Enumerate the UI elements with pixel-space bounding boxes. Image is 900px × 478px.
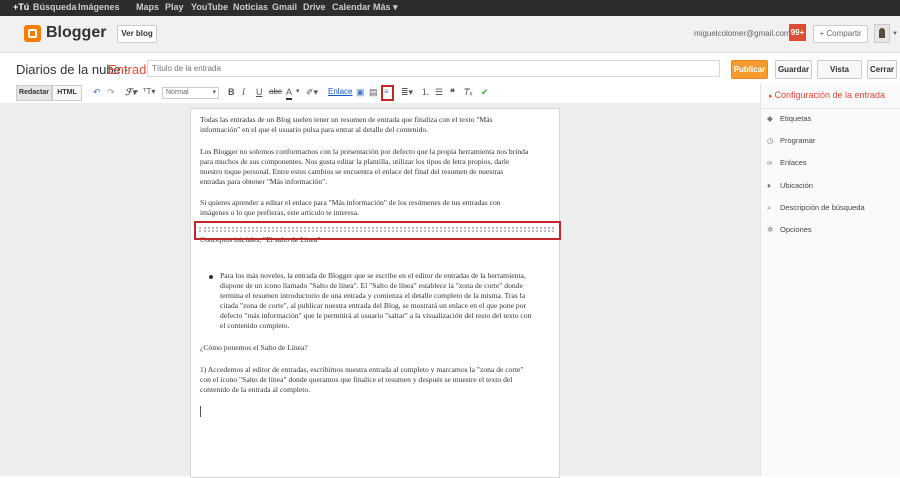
- font-size-icon[interactable]: ᵀT▾: [143, 86, 155, 98]
- highlight-color-icon[interactable]: ✐▾: [306, 86, 318, 98]
- link-icon: ∞: [767, 158, 773, 167]
- gbar-item-youtube[interactable]: YouTube: [191, 2, 228, 12]
- gbar-item-tu[interactable]: +Tú: [13, 2, 29, 12]
- blogger-header: Blogger Ver blog miguelcolomer@gmail.com…: [0, 16, 900, 53]
- paragraph-line: contenido de la entrada al completo.: [200, 385, 311, 394]
- sidebar-item-opciones[interactable]: ✲ Opciones: [767, 225, 812, 234]
- bulleted-list-icon[interactable]: ☰: [435, 86, 443, 98]
- blogger-logo-text[interactable]: Blogger: [46, 24, 106, 42]
- text-cursor: [200, 406, 201, 417]
- text-color-dropdown-icon[interactable]: ▾: [296, 86, 300, 98]
- paragraph-line: Los Blogger no solemos conformarnos con …: [200, 147, 529, 156]
- gbar-item-drive[interactable]: Drive: [303, 2, 326, 12]
- image-icon[interactable]: ▣: [356, 86, 365, 98]
- paragraph-line: imágenes o lo que prefieras, este artícu…: [200, 208, 359, 217]
- undo-icon[interactable]: ↶: [93, 86, 101, 98]
- html-mode-button[interactable]: HTML: [52, 85, 82, 101]
- share-button[interactable]: + Compartir: [813, 25, 868, 43]
- post-settings-header[interactable]: ▸ Configuración de la entrada: [769, 90, 885, 100]
- redo-icon[interactable]: ↷: [107, 86, 115, 98]
- sidebar-item-ubicacion[interactable]: ♦ Ubicación: [767, 181, 813, 190]
- sidebar-item-descripcion[interactable]: ⌕ Descripción de búsqueda: [767, 203, 865, 213]
- gbar-item-maps[interactable]: Maps: [136, 2, 159, 12]
- link-button[interactable]: Enlace: [328, 86, 352, 98]
- paragraph-line: información" en el que el usuario pulsa …: [200, 125, 429, 134]
- bold-icon[interactable]: B: [228, 86, 235, 98]
- compose-mode-button[interactable]: Redactar: [16, 85, 52, 101]
- publish-button[interactable]: Publicar: [731, 60, 768, 79]
- paragraph-line: con el icono "Salto de línea" donde quer…: [200, 375, 513, 384]
- close-button[interactable]: Cerrar: [867, 60, 897, 79]
- editor-toolbar: Redactar HTML ↶ ↷ ℱ▾ ᵀT▾ Normal B I U ab…: [0, 83, 760, 103]
- underline-icon[interactable]: U: [256, 86, 263, 98]
- list-item-line: dispone de un icono llamado "Salto de lí…: [220, 281, 523, 290]
- list-item-line: Para los más noveles, la entrada de Blog…: [220, 271, 526, 280]
- sidebar-item-label: Enlaces: [780, 158, 807, 167]
- gbar-item-play[interactable]: Play: [165, 2, 184, 12]
- jump-break-highlight-box: [194, 221, 561, 240]
- search-icon: ⌕: [767, 203, 772, 212]
- paragraph-line: 1) Accedemos al editor de entradas, escr…: [200, 365, 524, 374]
- blogger-logo-icon[interactable]: [24, 25, 41, 42]
- pin-icon: ♦: [767, 181, 771, 190]
- gbar-item-calendar[interactable]: Calendar: [332, 2, 371, 12]
- paragraph-format-select[interactable]: Normal: [162, 87, 219, 99]
- gbar-item-busqueda[interactable]: Búsqueda: [33, 2, 77, 12]
- clear-format-icon[interactable]: 𝘛ₓ: [464, 86, 472, 98]
- paragraph-line: para muchos de sus componentes. Nos gust…: [200, 157, 510, 166]
- google-bar: +Tú Búsqueda Imágenes Maps Play YouTube …: [0, 0, 900, 16]
- editor-canvas: Todas las entradas de un Blog suelen ten…: [0, 103, 760, 478]
- tag-icon: ◆: [767, 114, 773, 123]
- strikethrough-icon[interactable]: abc: [269, 86, 282, 98]
- clock-icon: ◷: [767, 136, 774, 145]
- gbar-item-mas[interactable]: Más ▾: [373, 2, 398, 13]
- gbar-item-noticias[interactable]: Noticias: [233, 2, 268, 12]
- sidebar-item-label: Ubicación: [780, 181, 813, 190]
- sidebar-item-etiquetas[interactable]: ◆ Etiquetas: [767, 114, 811, 123]
- sidebar-item-programar[interactable]: ◷ Programar: [767, 136, 815, 145]
- save-button[interactable]: Guardar: [775, 60, 812, 79]
- post-settings-sidebar: ▸ Configuración de la entrada ◆ Etiquetas…: [760, 83, 900, 476]
- jump-break-highlight: [381, 85, 394, 101]
- quote-icon[interactable]: ❝: [450, 86, 455, 98]
- font-family-icon[interactable]: ℱ▾: [125, 86, 137, 98]
- post-body-editor[interactable]: Todas las entradas de un Blog suelen ten…: [190, 108, 560, 478]
- ver-blog-button[interactable]: Ver blog: [117, 25, 157, 43]
- paragraph-line: entradas para obtener "Más información".: [200, 177, 328, 186]
- chevron-down-icon[interactable]: ▼: [892, 31, 898, 37]
- video-icon[interactable]: ▤: [369, 86, 378, 98]
- paragraph-line: Todas las entradas de un Blog suelen ten…: [200, 115, 493, 124]
- spellcheck-icon[interactable]: ✔: [481, 86, 489, 98]
- list-item-line: defecto "más información" que le permiti…: [220, 311, 532, 320]
- list-item-line: citada "zona de corte", al publicar nues…: [220, 301, 527, 310]
- sidebar-item-label: Etiquetas: [780, 114, 812, 123]
- list-bullet: [209, 275, 213, 279]
- align-icon[interactable]: ≣▾: [401, 86, 413, 98]
- numbered-list-icon[interactable]: ⒈: [421, 86, 430, 98]
- sidebar-item-label: Programar: [780, 136, 816, 145]
- post-settings-title: Configuración de la entrada: [774, 90, 886, 100]
- sidebar-item-label: Descripción de búsqueda: [780, 203, 865, 212]
- post-title-bar: Diarios de la nube · Entrada Publicar Gu…: [0, 53, 900, 91]
- avatar[interactable]: [874, 24, 890, 43]
- paragraph-line: nuestro toque personal. Entre estos camb…: [200, 167, 504, 176]
- post-title-input[interactable]: [147, 60, 720, 77]
- gbar-item-gmail[interactable]: Gmail: [272, 2, 297, 12]
- paragraph-line: ¿Cómo ponemos el Salto de Línea?: [200, 343, 308, 352]
- paragraph-line: Si quieres aprender a editar el enlace p…: [200, 198, 501, 207]
- account-email[interactable]: miguelcolomer@gmail.com: [694, 29, 791, 38]
- text-color-icon[interactable]: A: [286, 86, 293, 100]
- sidebar-item-label: Opciones: [780, 225, 812, 234]
- notifications-badge[interactable]: 99+: [789, 24, 806, 41]
- list-item-line: el contenido completo.: [220, 321, 290, 330]
- preview-button[interactable]: Vista previa: [817, 60, 862, 91]
- list-item-line: termina el resumen introductorio de una …: [220, 291, 526, 300]
- divider: [761, 108, 900, 109]
- italic-icon[interactable]: I: [242, 86, 245, 98]
- gear-icon: ✲: [767, 225, 774, 234]
- sidebar-item-enlaces[interactable]: ∞ Enlaces: [767, 158, 807, 167]
- gbar-item-imagenes[interactable]: Imágenes: [78, 2, 120, 12]
